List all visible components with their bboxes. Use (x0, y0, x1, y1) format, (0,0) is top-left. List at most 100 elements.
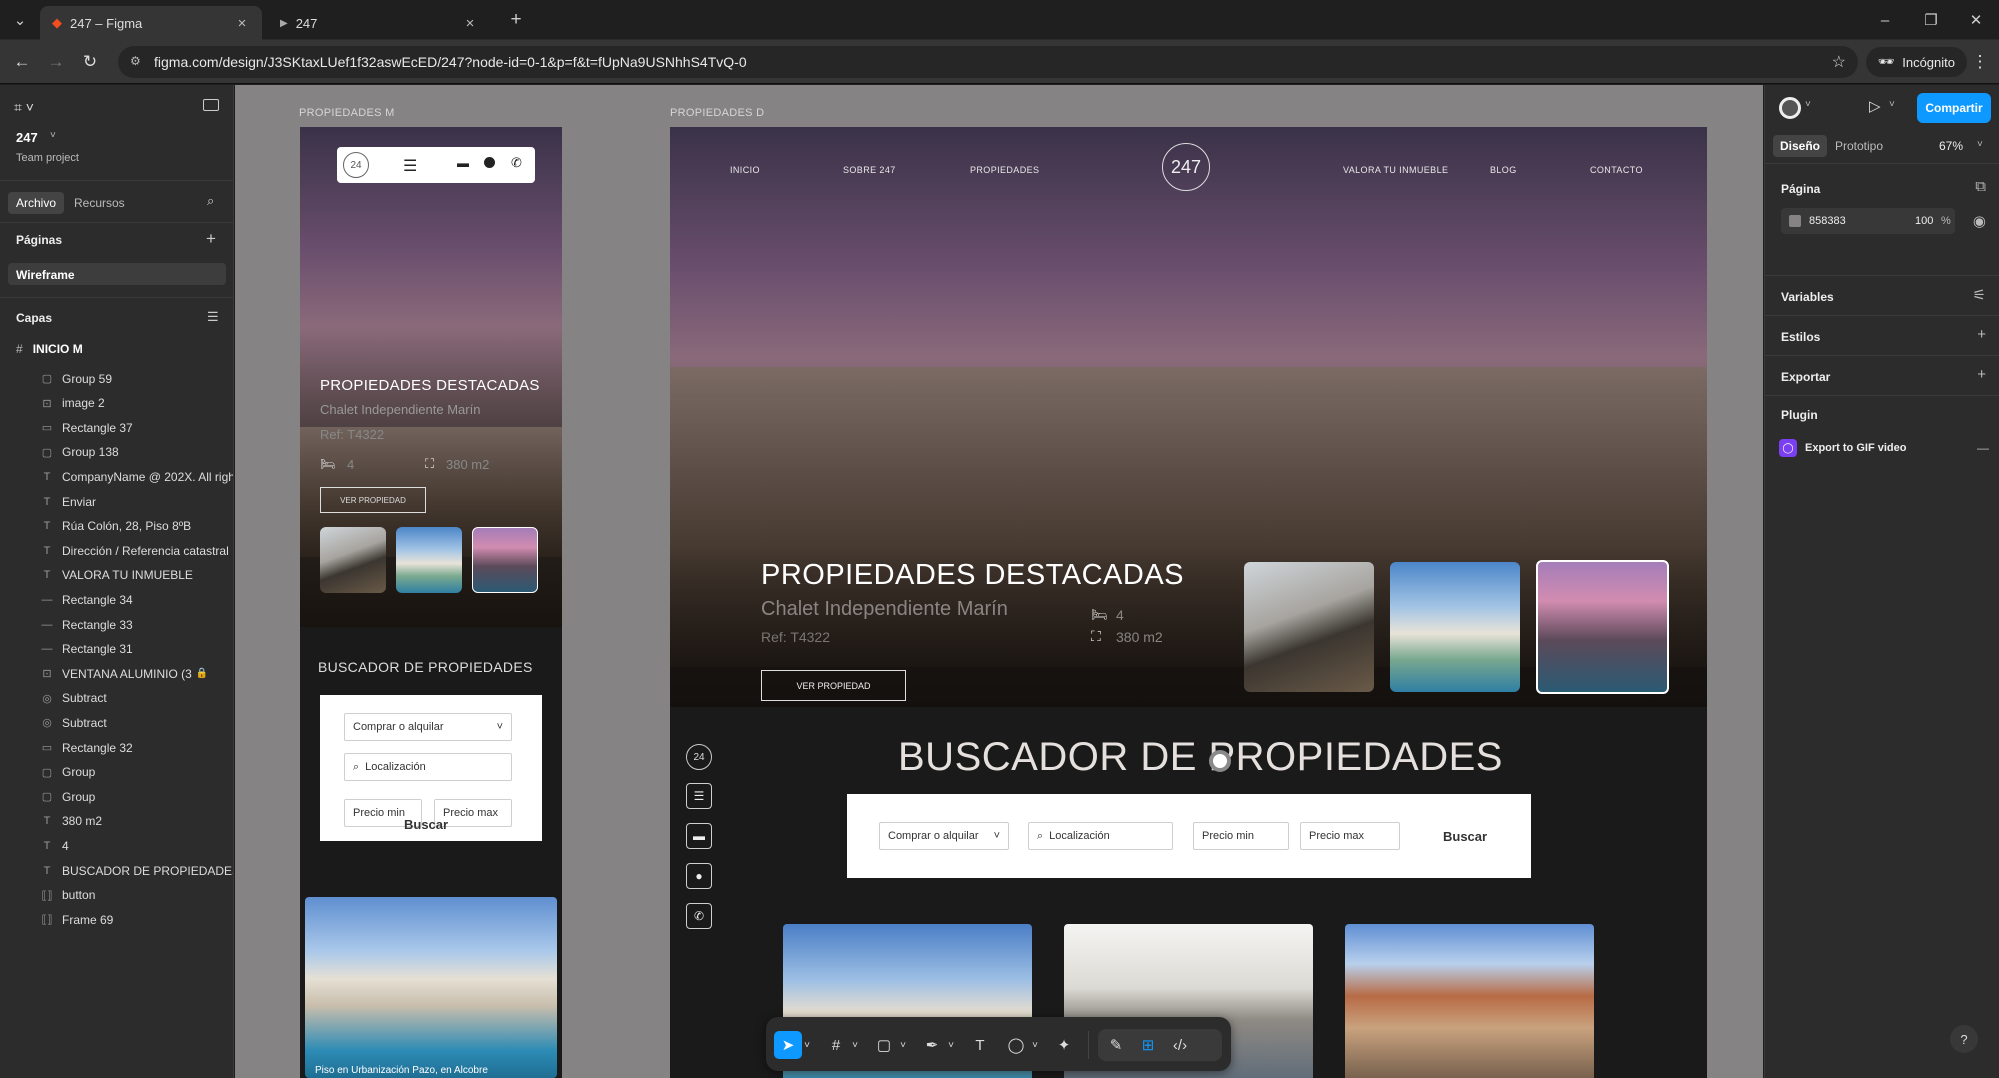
page-color-field[interactable]: 858383 100 % (1781, 208, 1955, 234)
mobile-frame[interactable]: 24 ☰ ▬ ✆ PROPIEDADES DESTACADAS Chalet I… (300, 127, 562, 1078)
page-settings-icon[interactable]: ⧉ (1975, 178, 1986, 195)
comment-tool-icon[interactable]: ◯ (1002, 1031, 1030, 1059)
close-tab-icon[interactable]: × (234, 15, 250, 32)
frame-label-mobile[interactable]: PROPIEDADES M (299, 107, 395, 119)
actions-icon[interactable]: ✦ (1050, 1031, 1078, 1059)
chevron-down-icon[interactable]: ˅ (1889, 99, 1895, 110)
side-chat-icon[interactable]: ▬ (686, 823, 712, 849)
nav-item[interactable]: CONTACTO (1590, 165, 1643, 175)
zoom-level[interactable]: 67% (1939, 139, 1963, 153)
location-input[interactable]: ⌕ Localización (344, 753, 512, 781)
color-swatch[interactable] (1789, 215, 1801, 227)
thumbnail-2[interactable] (396, 527, 462, 593)
frame-tool-icon[interactable]: # (822, 1031, 850, 1059)
back-icon[interactable]: ← (10, 50, 34, 74)
chevron-down-icon[interactable]: ˅ (800, 1031, 814, 1059)
search-button[interactable]: Buscar (1443, 829, 1487, 844)
url-field[interactable]: ⚙ figma.com/design/J3SKtaxLUef1f32aswEcE… (118, 46, 1858, 78)
incognito-badge[interactable]: 🕶 Incógnito (1865, 47, 1967, 77)
thumbnail-1[interactable] (1244, 562, 1374, 692)
chevron-down-icon[interactable]: ˅ (1028, 1031, 1042, 1059)
nav-item[interactable]: INICIO (730, 165, 760, 175)
chevron-down-icon[interactable]: ˅ (1977, 139, 1983, 150)
ver-propiedad-button[interactable]: VER PROPIEDAD (320, 487, 426, 513)
site-info-icon[interactable]: ⚙ (130, 54, 146, 70)
logo-icon[interactable]: 24 (343, 152, 369, 178)
minimize-icon[interactable]: – (1862, 0, 1908, 40)
tab-search-icon[interactable]: ⌄ (4, 0, 36, 40)
chevron-down-icon[interactable]: ˅ (848, 1031, 862, 1059)
property-card-image[interactable]: Piso en Urbanización Pazo, en Alcobre (305, 897, 557, 1078)
nav-item[interactable]: SOBRE 247 (843, 165, 896, 175)
whatsapp-icon[interactable] (484, 157, 495, 168)
close-window-icon[interactable]: ✕ (1953, 0, 1999, 40)
help-icon[interactable]: ? (1950, 1025, 1978, 1053)
nav-item[interactable]: VALORA TU INMUEBLE (1343, 165, 1448, 175)
tab-archivo[interactable]: Archivo (8, 192, 65, 214)
thumbnail-2[interactable] (1390, 562, 1520, 692)
chevron-down-icon[interactable]: ˅ (944, 1031, 958, 1059)
present-icon[interactable]: ▷ (1869, 97, 1881, 115)
remove-plugin-icon[interactable]: — (1977, 441, 1989, 455)
desktop-frame[interactable]: INICIO SOBRE 247 PROPIEDADES VALORA TU INMU… (670, 127, 1707, 1078)
layer-item[interactable]: ⟦⟧ Frame 69 (0, 904, 233, 935)
lock-icon[interactable]: 🔒 (196, 668, 208, 679)
buy-rent-select[interactable]: Comprar o alquilar ˅ (879, 822, 1009, 850)
frame-label-desktop[interactable]: PROPIEDADES D (670, 107, 764, 119)
buy-rent-select[interactable]: Comprar o alquilar ˅ (344, 713, 512, 741)
nav-item[interactable]: PROPIEDADES (970, 165, 1039, 175)
layers-filter-icon[interactable]: ☰ (207, 309, 219, 325)
phone-icon[interactable]: ✆ (511, 155, 522, 171)
new-tab-icon[interactable]: + (500, 0, 532, 40)
thumbnail-1[interactable] (320, 527, 386, 593)
toggle-sidebar-icon[interactable] (203, 99, 219, 111)
plugin-item[interactable]: ◯ Export to GIF video — (1779, 438, 1989, 458)
side-menu-icon[interactable]: ☰ (686, 783, 712, 809)
restore-icon[interactable]: ❐ (1908, 0, 1954, 40)
price-max-input[interactable]: Precio max (1300, 822, 1400, 850)
root-layer[interactable]: # INICIO M (0, 336, 233, 362)
dev-mode-icon[interactable]: ‹/› (1166, 1031, 1194, 1059)
logo-icon[interactable]: 247 (1162, 143, 1210, 191)
variables-settings-icon[interactable]: ⚟ (1973, 286, 1986, 304)
nav-item[interactable]: BLOG (1490, 165, 1517, 175)
add-style-icon[interactable]: + (1977, 326, 1986, 343)
thumbnail-3[interactable] (1536, 560, 1669, 694)
page-color-value[interactable]: 858383 (1809, 215, 1846, 227)
reload-icon[interactable]: ↻ (78, 50, 102, 74)
tab-prototipo[interactable]: Prototipo (1835, 139, 1883, 153)
pen-tool-icon[interactable]: ✒ (918, 1031, 946, 1059)
avatar[interactable] (1779, 97, 1801, 119)
move-tool-icon[interactable]: ➤ (774, 1031, 802, 1059)
add-page-icon[interactable]: + (206, 229, 216, 249)
side-logo-icon[interactable]: 24 (686, 744, 712, 770)
chevron-down-icon[interactable]: ˅ (896, 1031, 910, 1059)
side-whatsapp-icon[interactable]: ● (686, 863, 712, 889)
bookmark-star-icon[interactable]: ☆ (1832, 52, 1846, 72)
tab-recursos[interactable]: Recursos (74, 196, 125, 210)
browser-tab-247[interactable]: ▶ 247 × (268, 6, 490, 40)
browser-menu-icon[interactable]: ⋮ (1968, 50, 1992, 74)
close-tab-icon[interactable]: × (462, 15, 478, 32)
property-card-3[interactable] (1345, 924, 1594, 1078)
ver-propiedad-button[interactable]: VER PROPIEDAD (761, 670, 906, 701)
side-phone-icon[interactable]: ✆ (686, 903, 712, 929)
share-button[interactable]: Compartir (1917, 93, 1991, 123)
eye-icon[interactable]: ◉ (1973, 212, 1986, 230)
search-button[interactable]: Buscar (404, 817, 448, 832)
file-name[interactable]: 247 (16, 130, 38, 145)
forward-icon[interactable]: → (44, 50, 68, 74)
figma-canvas[interactable]: PROPIEDADES M PROPIEDADES D 24 ☰ ▬ ✆ PRO… (235, 85, 1763, 1078)
chevron-down-icon[interactable]: ˅ (1805, 99, 1811, 110)
draw-mode-icon[interactable]: ✎ (1102, 1031, 1130, 1059)
tab-diseno[interactable]: Diseño (1773, 135, 1828, 157)
page-opacity-value[interactable]: 100 (1915, 215, 1933, 227)
add-export-icon[interactable]: + (1977, 366, 1986, 383)
design-mode-icon[interactable]: ⊞ (1134, 1031, 1162, 1059)
rectangle-tool-icon[interactable]: ▢ (870, 1031, 898, 1059)
hamburger-icon[interactable]: ☰ (403, 156, 417, 176)
chevron-down-icon[interactable]: ˅ (50, 130, 56, 141)
browser-tab-figma[interactable]: ◆ 247 – Figma × (40, 6, 262, 40)
chat-icon[interactable]: ▬ (457, 156, 469, 170)
text-tool-icon[interactable]: T (966, 1031, 994, 1059)
